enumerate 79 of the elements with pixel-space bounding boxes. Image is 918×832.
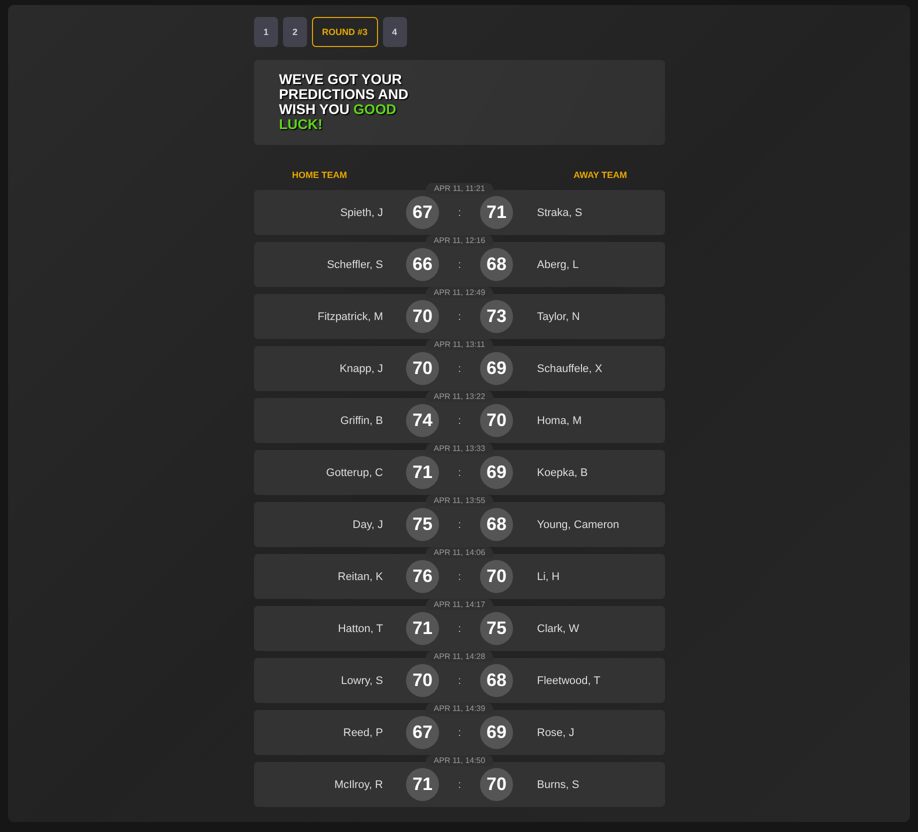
score-separator: : (456, 310, 462, 322)
score-separator: : (456, 362, 462, 374)
home-player: Knapp, J (338, 362, 384, 374)
home-score: 66 (406, 248, 439, 281)
match-time: APR 11, 13:11 (426, 339, 493, 350)
round-tab[interactable]: ROUND #3 (312, 17, 378, 47)
away-player: Fleetwood, T (536, 674, 602, 686)
home-player: Griffin, B (339, 414, 384, 426)
away-score: 68 (480, 508, 513, 541)
match-time: APR 11, 14:06 (426, 547, 494, 558)
score-separator: : (456, 206, 462, 218)
away-score: 69 (480, 456, 513, 489)
home-score: 67 (406, 196, 439, 229)
home-score: 70 (406, 352, 439, 385)
away-player: Rose, J (536, 726, 576, 738)
round-tab[interactable]: 4 (382, 17, 407, 47)
home-player: Gotterup, C (325, 466, 384, 478)
match-time: APR 11, 14:17 (426, 599, 494, 610)
home-player: McIlroy, R (333, 778, 384, 790)
away-player: Straka, S (536, 206, 584, 218)
home-score: 75 (406, 508, 439, 541)
score-separator: : (456, 726, 462, 738)
home-player: Hatton, T (336, 622, 384, 634)
away-score: 70 (480, 404, 513, 437)
home-player: Reed, P (342, 726, 384, 738)
away-player: Koepka, B (536, 466, 589, 478)
away-score: 70 (480, 768, 513, 801)
away-score: 70 (480, 560, 513, 593)
away-player: Clark, W (536, 622, 580, 634)
away-player: Aberg, L (536, 258, 580, 270)
match-time: APR 11, 13:22 (426, 391, 494, 402)
score-separator: : (456, 518, 462, 530)
score-separator: : (456, 570, 462, 582)
away-player: Burns, S (536, 778, 580, 790)
column-heading: AWAY TEAM (573, 170, 627, 180)
away-score: 69 (480, 352, 513, 385)
away-score: 73 (480, 300, 513, 333)
match-time: APR 11, 12:16 (426, 235, 494, 246)
away-score: 69 (480, 716, 513, 749)
banner-message: WE'VE GOT YOUR PREDICTIONS AND WISH YOU GOOD LUCK! (279, 72, 410, 132)
home-player: Reitan, K (336, 570, 384, 582)
home-player: Day, J (352, 518, 384, 530)
home-player: Lowry, S (340, 674, 384, 686)
home-score: 71 (406, 768, 439, 801)
home-player: Fitzpatrick, M (316, 310, 384, 322)
match-time: APR 11, 14:39 (426, 703, 494, 714)
home-score: 71 (406, 612, 439, 645)
away-player: Taylor, N (536, 310, 581, 322)
match-time: APR 11, 11:21 (426, 183, 493, 194)
score-separator: : (456, 414, 462, 426)
score-separator: : (456, 674, 462, 686)
home-player: Scheffler, S (326, 258, 384, 270)
score-separator: : (456, 778, 462, 790)
score-separator: : (456, 258, 462, 270)
away-score: 71 (480, 196, 513, 229)
away-player: Li, H (536, 570, 561, 582)
home-score: 70 (406, 664, 439, 697)
home-score: 70 (406, 300, 439, 333)
round-tab[interactable]: 2 (283, 17, 307, 47)
away-player: Schauffele, X (536, 362, 604, 374)
match-time: APR 11, 13:33 (426, 443, 494, 454)
away-score: 68 (480, 248, 513, 281)
home-score: 67 (406, 716, 439, 749)
away-player: Young, Cameron (536, 518, 620, 530)
match-time: APR 11, 12:49 (426, 287, 494, 298)
home-score: 74 (406, 404, 439, 437)
home-score: 76 (406, 560, 439, 593)
away-player: Homa, M (536, 414, 583, 426)
score-separator: : (456, 466, 462, 478)
away-score: 75 (480, 612, 513, 645)
match-time: APR 11, 14:28 (426, 651, 494, 662)
score-separator: : (456, 622, 462, 634)
match-time: APR 11, 13:55 (426, 495, 494, 506)
home-player: Spieth, J (339, 206, 384, 218)
round-tab[interactable]: 1 (254, 17, 278, 47)
match-time: APR 11, 14:50 (426, 755, 494, 766)
away-score: 68 (480, 664, 513, 697)
home-score: 71 (406, 456, 439, 489)
column-heading: HOME TEAM (292, 170, 347, 180)
